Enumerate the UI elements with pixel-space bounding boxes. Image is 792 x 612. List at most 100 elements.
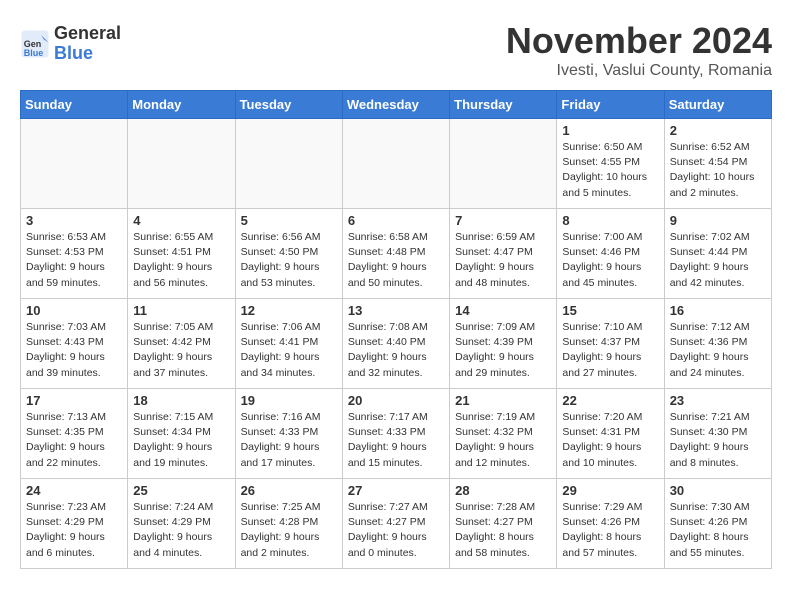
calendar-day-cell: 30 Sunrise: 7:30 AM Sunset: 4:26 PM Dayli… [664, 479, 771, 569]
day-number: 15 [562, 303, 658, 318]
day-number: 21 [455, 393, 551, 408]
day-number: 11 [133, 303, 229, 318]
day-of-week-header: Tuesday [235, 91, 342, 119]
logo: Gen Blue General Blue [20, 24, 121, 64]
day-info: Sunrise: 7:05 AM Sunset: 4:42 PM Dayligh… [133, 320, 229, 381]
day-number: 18 [133, 393, 229, 408]
header: Gen Blue General Blue November 2024 Ives… [20, 20, 772, 80]
calendar-week-row: 24Sunrise: 7:23 AM Sunset: 4:29 PM Dayli… [21, 479, 772, 569]
day-info: Sunrise: 7:19 AM Sunset: 4:32 PM Dayligh… [455, 410, 551, 471]
calendar-week-row: 10 Sunrise: 7:03 AM Sunset: 4:43 PM Dayli… [21, 299, 772, 389]
day-number: 10 [26, 303, 122, 318]
day-info: Sunrise: 7:06 AM Sunset: 4:41 PM Dayligh… [241, 320, 337, 381]
day-number: 4 [133, 213, 229, 228]
day-number: 20 [348, 393, 444, 408]
day-info: Sunrise: 6:52 AM Sunset: 4:54 PM Dayligh… [670, 140, 766, 201]
logo-general-text: General [54, 24, 121, 44]
day-info: Sunrise: 6:55 AM Sunset: 4:51 PM Dayligh… [133, 230, 229, 291]
calendar-week-row: 17 Sunrise: 7:13 AM Sunset: 4:35 PM Dayli… [21, 389, 772, 479]
calendar-day-cell: 25 Sunrise: 7:24 AM Sunset: 4:29 PM Dayli… [128, 479, 235, 569]
calendar-day-cell: 13 Sunrise: 7:08 AM Sunset: 4:40 PM Dayli… [342, 299, 449, 389]
day-of-week-header: Monday [128, 91, 235, 119]
day-info: Sunrise: 7:02 AM Sunset: 4:44 PM Dayligh… [670, 230, 766, 291]
day-of-week-header: Sunday [21, 91, 128, 119]
calendar-day-cell [235, 119, 342, 209]
day-info: Sunrise: 7:12 AM Sunset: 4:36 PM Dayligh… [670, 320, 766, 381]
day-info: Sunrise: 7:29 AM Sunset: 4:26 PM Dayligh… [562, 500, 658, 561]
calendar-day-cell [450, 119, 557, 209]
day-of-week-header: Thursday [450, 91, 557, 119]
day-number: 25 [133, 483, 229, 498]
day-number: 3 [26, 213, 122, 228]
day-number: 9 [670, 213, 766, 228]
day-number: 7 [455, 213, 551, 228]
day-of-week-header: Saturday [664, 91, 771, 119]
calendar-day-cell: 12 Sunrise: 7:06 AM Sunset: 4:41 PM Dayli… [235, 299, 342, 389]
calendar-day-cell [342, 119, 449, 209]
day-number: 23 [670, 393, 766, 408]
calendar-day-cell: 24Sunrise: 7:23 AM Sunset: 4:29 PM Dayli… [21, 479, 128, 569]
day-info: Sunrise: 6:56 AM Sunset: 4:50 PM Dayligh… [241, 230, 337, 291]
day-info: Sunrise: 7:10 AM Sunset: 4:37 PM Dayligh… [562, 320, 658, 381]
day-info: Sunrise: 7:08 AM Sunset: 4:40 PM Dayligh… [348, 320, 444, 381]
calendar-header-row: SundayMondayTuesdayWednesdayThursdayFrid… [21, 91, 772, 119]
day-number: 13 [348, 303, 444, 318]
day-info: Sunrise: 7:00 AM Sunset: 4:46 PM Dayligh… [562, 230, 658, 291]
day-number: 2 [670, 123, 766, 138]
day-info: Sunrise: 7:16 AM Sunset: 4:33 PM Dayligh… [241, 410, 337, 471]
day-info: Sunrise: 7:24 AM Sunset: 4:29 PM Dayligh… [133, 500, 229, 561]
calendar-day-cell: 20 Sunrise: 7:17 AM Sunset: 4:33 PM Dayli… [342, 389, 449, 479]
day-number: 27 [348, 483, 444, 498]
day-info: Sunrise: 7:21 AM Sunset: 4:30 PM Dayligh… [670, 410, 766, 471]
day-info: Sunrise: 7:27 AM Sunset: 4:27 PM Dayligh… [348, 500, 444, 561]
calendar-day-cell: 1 Sunrise: 6:50 AM Sunset: 4:55 PM Daylig… [557, 119, 664, 209]
day-info: Sunrise: 7:13 AM Sunset: 4:35 PM Dayligh… [26, 410, 122, 471]
calendar-day-cell: 17 Sunrise: 7:13 AM Sunset: 4:35 PM Dayli… [21, 389, 128, 479]
day-info: Sunrise: 6:50 AM Sunset: 4:55 PM Dayligh… [562, 140, 658, 201]
day-number: 28 [455, 483, 551, 498]
calendar-day-cell: 18Sunrise: 7:15 AM Sunset: 4:34 PM Dayli… [128, 389, 235, 479]
calendar-day-cell: 2 Sunrise: 6:52 AM Sunset: 4:54 PM Daylig… [664, 119, 771, 209]
day-info: Sunrise: 7:09 AM Sunset: 4:39 PM Dayligh… [455, 320, 551, 381]
calendar-day-cell: 22 Sunrise: 7:20 AM Sunset: 4:31 PM Dayli… [557, 389, 664, 479]
calendar-table: SundayMondayTuesdayWednesdayThursdayFrid… [20, 90, 772, 569]
day-info: Sunrise: 7:25 AM Sunset: 4:28 PM Dayligh… [241, 500, 337, 561]
calendar-day-cell: 9 Sunrise: 7:02 AM Sunset: 4:44 PM Daylig… [664, 209, 771, 299]
day-info: Sunrise: 7:30 AM Sunset: 4:26 PM Dayligh… [670, 500, 766, 561]
day-number: 22 [562, 393, 658, 408]
svg-text:Blue: Blue [24, 48, 44, 58]
month-year-title: November 2024 [506, 20, 772, 62]
day-number: 5 [241, 213, 337, 228]
calendar-day-cell: 16Sunrise: 7:12 AM Sunset: 4:36 PM Dayli… [664, 299, 771, 389]
day-info: Sunrise: 7:20 AM Sunset: 4:31 PM Dayligh… [562, 410, 658, 471]
day-number: 24 [26, 483, 122, 498]
calendar-day-cell: 6Sunrise: 6:58 AM Sunset: 4:48 PM Daylig… [342, 209, 449, 299]
calendar-week-row: 1 Sunrise: 6:50 AM Sunset: 4:55 PM Daylig… [21, 119, 772, 209]
logo-blue-text: Blue [54, 44, 121, 64]
day-number: 14 [455, 303, 551, 318]
day-number: 12 [241, 303, 337, 318]
day-number: 30 [670, 483, 766, 498]
day-info: Sunrise: 7:03 AM Sunset: 4:43 PM Dayligh… [26, 320, 122, 381]
logo-icon: Gen Blue [20, 29, 50, 59]
calendar-day-cell: 21 Sunrise: 7:19 AM Sunset: 4:32 PM Dayli… [450, 389, 557, 479]
day-of-week-header: Wednesday [342, 91, 449, 119]
calendar-day-cell: 28 Sunrise: 7:28 AM Sunset: 4:27 PM Dayli… [450, 479, 557, 569]
calendar-day-cell: 7 Sunrise: 6:59 AM Sunset: 4:47 PM Daylig… [450, 209, 557, 299]
day-number: 29 [562, 483, 658, 498]
calendar-day-cell: 11 Sunrise: 7:05 AM Sunset: 4:42 PM Dayli… [128, 299, 235, 389]
calendar-day-cell: 15 Sunrise: 7:10 AM Sunset: 4:37 PM Dayli… [557, 299, 664, 389]
day-number: 6 [348, 213, 444, 228]
calendar-week-row: 3Sunrise: 6:53 AM Sunset: 4:53 PM Daylig… [21, 209, 772, 299]
calendar-day-cell: 27 Sunrise: 7:27 AM Sunset: 4:27 PM Dayli… [342, 479, 449, 569]
day-number: 8 [562, 213, 658, 228]
day-number: 17 [26, 393, 122, 408]
calendar-day-cell: 4 Sunrise: 6:55 AM Sunset: 4:51 PM Daylig… [128, 209, 235, 299]
calendar-day-cell: 14 Sunrise: 7:09 AM Sunset: 4:39 PM Dayli… [450, 299, 557, 389]
day-info: Sunrise: 7:28 AM Sunset: 4:27 PM Dayligh… [455, 500, 551, 561]
calendar-day-cell: 29 Sunrise: 7:29 AM Sunset: 4:26 PM Dayli… [557, 479, 664, 569]
day-info: Sunrise: 7:17 AM Sunset: 4:33 PM Dayligh… [348, 410, 444, 471]
location-subtitle: Ivesti, Vaslui County, Romania [506, 62, 772, 80]
day-info: Sunrise: 6:59 AM Sunset: 4:47 PM Dayligh… [455, 230, 551, 291]
day-number: 1 [562, 123, 658, 138]
